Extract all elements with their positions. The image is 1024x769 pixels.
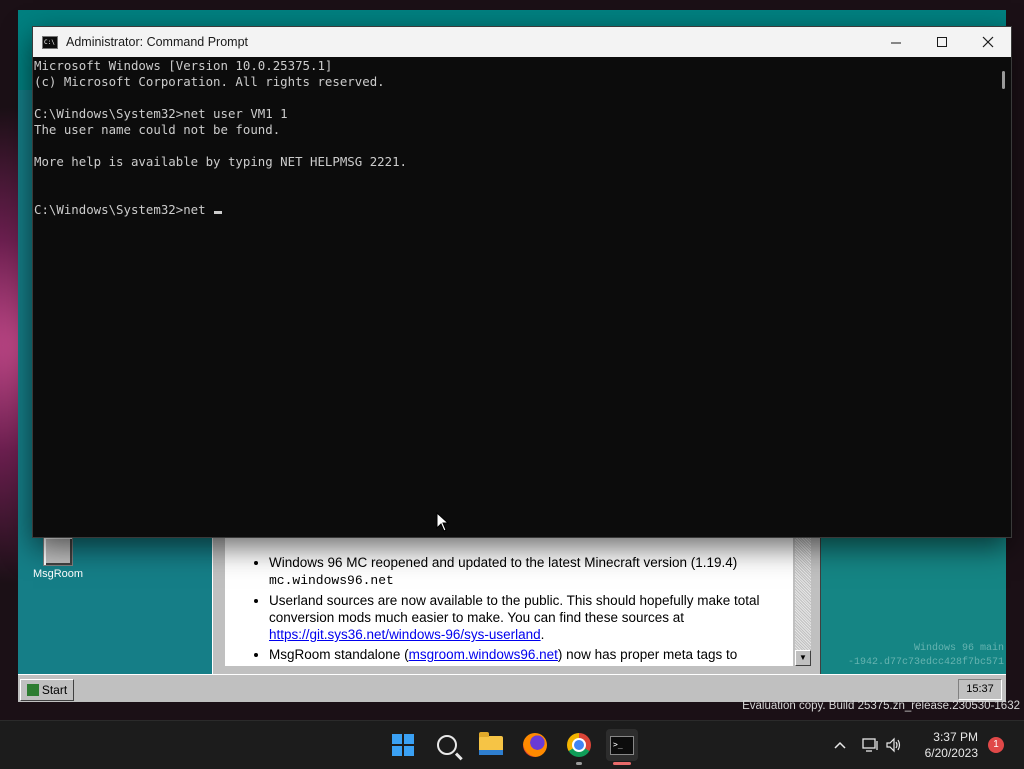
close-icon [982, 36, 994, 48]
window-title: Administrator: Command Prompt [66, 35, 249, 49]
network-icon[interactable] [862, 737, 880, 753]
news-text: MsgRoom standalone ( [269, 647, 409, 662]
vm-start-button[interactable]: Start [20, 679, 74, 701]
msgroom-link[interactable]: msgroom.windows96.net [409, 647, 558, 662]
news-text: . [540, 627, 545, 642]
chevron-up-icon[interactable] [832, 737, 848, 753]
list-item: Userland sources are now available to th… [269, 592, 793, 643]
window-controls [873, 27, 1011, 57]
start-button[interactable] [387, 729, 419, 761]
text-cursor [214, 211, 223, 214]
close-button[interactable] [965, 27, 1011, 57]
msgroom-desktop-icon[interactable]: MsgRoom [28, 536, 88, 580]
clock-time: 3:37 PM [933, 730, 978, 744]
taskbar-clock[interactable]: 3:37 PM 6/20/2023 [925, 729, 978, 761]
system-tray [832, 721, 901, 769]
msgroom-icon-label: MsgRoom [32, 568, 84, 580]
computer-icon [43, 536, 73, 566]
command-prompt-window[interactable]: C:\ Administrator: Command Prompt Micros… [33, 27, 1011, 537]
console-line: Microsoft Windows [Version 10.0.25375.1] [34, 58, 333, 73]
news-text: Windows 96 MC reopened and updated to th… [269, 555, 738, 570]
folder-icon [479, 731, 503, 755]
scroll-down-arrow-icon[interactable]: ▼ [795, 650, 811, 666]
list-item: Windows 96 MC reopened and updated to th… [269, 554, 793, 589]
clock-date: 6/20/2023 [924, 746, 978, 760]
firefox-icon [523, 733, 547, 757]
cmd-titlebar[interactable]: C:\ Administrator: Command Prompt [33, 27, 1011, 57]
vm-watermark: Windows 96 main -1942.d77c73edcc428f7bc5… [848, 642, 1004, 670]
console-line: C:\Windows\System32>net user VM1 1 [34, 106, 288, 121]
news-text: ) now has proper meta tags to [557, 647, 738, 662]
sys-userland-link[interactable]: https://git.sys36.net/windows-96/sys-use… [269, 627, 541, 642]
vm-watermark-line1: Windows 96 main [913, 643, 1004, 654]
terminal-active-indicator [613, 762, 631, 765]
volume-icon[interactable] [885, 737, 901, 753]
vm-scrollbar[interactable]: ▼ [795, 534, 811, 666]
news-code: mc.windows96.net [269, 573, 394, 588]
list-item: MsgRoom standalone (msgroom.windows96.ne… [269, 646, 793, 663]
vm-news-window: Windows 96 MC reopened and updated to th… [212, 530, 821, 674]
terminal-icon: C:\ [42, 35, 58, 49]
notification-badge[interactable]: 1 [988, 737, 1004, 753]
taskbar: >_ 3:37 PM 6/20/2023 1 [0, 720, 1024, 769]
console-output[interactable]: Microsoft Windows [Version 10.0.25375.1]… [33, 57, 999, 537]
prompt-text: C:\Windows\System32>net [34, 202, 214, 217]
vm-taskbar: Start 15:37 [18, 674, 1006, 702]
console-line: More help is available by typing NET HEL… [34, 154, 407, 169]
vm-news-content: Windows 96 MC reopened and updated to th… [225, 534, 793, 666]
windows-logo-icon [392, 734, 414, 756]
maximize-icon [936, 36, 947, 47]
vm-clock: 15:37 [958, 679, 1002, 700]
search-button[interactable] [431, 729, 463, 761]
terminal-taskbar-button[interactable]: >_ [606, 729, 638, 761]
command-input-line[interactable]: C:\Windows\System32>net [34, 202, 999, 218]
search-icon [437, 735, 457, 755]
evaluation-watermark: Evaluation copy. Build 25375.zn_release.… [742, 700, 1020, 712]
chrome-icon [567, 733, 591, 757]
console-scrollbar-thumb[interactable] [1002, 71, 1005, 89]
news-text: Userland sources are now available to th… [269, 593, 760, 625]
firefox-button[interactable] [519, 729, 551, 761]
minimize-button[interactable] [873, 27, 919, 57]
news-list: Windows 96 MC reopened and updated to th… [225, 534, 793, 663]
console-line: (c) Microsoft Corporation. All rights re… [34, 74, 385, 89]
vm-watermark-line2: -1942.d77c73edcc428f7bc571 [847, 657, 1004, 668]
vm-start-label: Start [41, 683, 68, 697]
chrome-button[interactable] [563, 729, 595, 761]
mouse-pointer-icon [436, 512, 450, 532]
windows96-logo-icon [26, 684, 39, 696]
maximize-button[interactable] [919, 27, 965, 57]
command-prompt-icon: >_ [610, 735, 634, 755]
minimize-icon [890, 42, 901, 43]
console-line: The user name could not be found. [34, 122, 281, 137]
chrome-running-indicator [576, 762, 582, 765]
file-explorer-button[interactable] [475, 729, 507, 761]
